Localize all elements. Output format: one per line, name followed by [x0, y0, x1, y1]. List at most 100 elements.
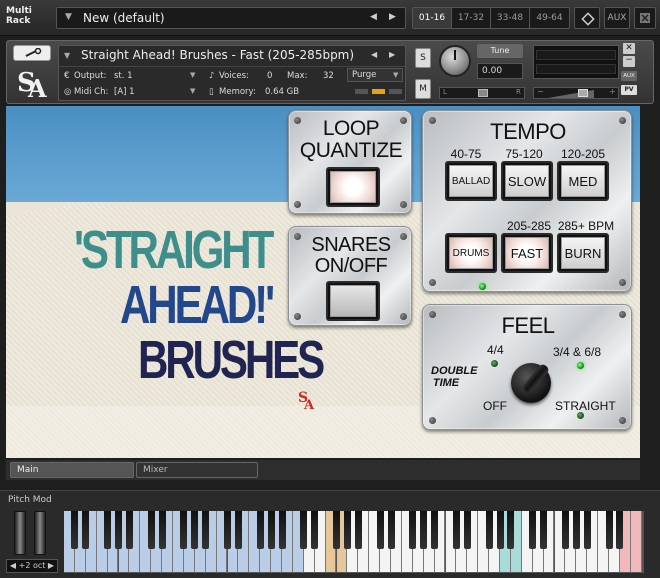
feel-selector-knob[interactable] — [511, 362, 551, 403]
piano-black-key[interactable] — [529, 511, 537, 549]
tune-label: Tune — [477, 44, 523, 58]
svg-text:A: A — [303, 398, 315, 410]
piano-black-key[interactable] — [147, 511, 155, 549]
instrument-name: Straight Ahead! Brushes - Fast (205-285b… — [81, 48, 355, 62]
tempo-title: TEMPO — [490, 119, 566, 144]
tempo-ballad-button[interactable]: BALLAD — [445, 161, 497, 201]
tab-mixer[interactable]: Mixer — [136, 462, 258, 478]
rack-page-tab[interactable]: 01-16 — [413, 8, 452, 28]
pan-slider[interactable]: L R — [439, 87, 525, 99]
piano-black-key[interactable] — [496, 511, 504, 549]
piano-black-key[interactable] — [115, 511, 122, 549]
piano-black-key[interactable] — [256, 511, 264, 549]
piano-black-key[interactable] — [267, 511, 275, 549]
tempo-drums-button[interactable]: DRUMS — [445, 233, 497, 273]
pitch-wheel[interactable] — [14, 511, 26, 555]
tempo-range-label: 75-120 — [505, 147, 543, 161]
volume-handle[interactable] — [578, 89, 588, 97]
piano-black-key[interactable] — [333, 511, 340, 549]
max-voices-value[interactable]: 32 — [323, 71, 334, 81]
piano-black-key[interactable] — [82, 511, 90, 549]
midi-dropdown-icon: ▼ — [190, 87, 196, 95]
piano-black-key[interactable] — [158, 511, 166, 549]
piano-black-key[interactable] — [278, 511, 286, 549]
instrument-minimize-button[interactable]: − — [623, 56, 635, 67]
memory-label: Memory: — [219, 87, 256, 97]
pv-button[interactable]: PV — [621, 85, 637, 95]
tempo-slow-button[interactable]: SLOW — [501, 161, 553, 201]
prev-instrument-icon[interactable]: ◀ — [371, 50, 377, 59]
midi-channel-select[interactable]: [A] 1 ▼ — [114, 85, 200, 98]
preset-selector[interactable]: ▼ New (default) ◀ ▶ — [56, 7, 406, 29]
rack-close-button[interactable] — [634, 7, 656, 29]
volume-slider[interactable]: − + — [533, 87, 619, 99]
piano-black-key[interactable] — [234, 511, 242, 549]
tune-knob[interactable] — [439, 45, 471, 77]
rack-page-tab[interactable]: 17-32 — [452, 8, 491, 28]
svg-text:A: A — [27, 74, 47, 99]
piano-black-key[interactable] — [420, 511, 428, 549]
wrench-button[interactable] — [13, 45, 51, 61]
screw-icon — [400, 201, 407, 208]
tempo-burn-button[interactable]: BURN — [557, 233, 609, 273]
rack-page-tab[interactable]: 49-64 — [530, 8, 569, 28]
pan-handle[interactable] — [478, 89, 488, 97]
aux-button[interactable]: AUX — [604, 7, 630, 29]
piano-black-key[interactable] — [180, 511, 188, 549]
output-select[interactable]: st. 1 ▼ — [114, 69, 200, 82]
solo-button[interactable]: S — [415, 48, 431, 68]
tab-main[interactable]: Main — [10, 462, 134, 478]
piano-black-key[interactable] — [71, 511, 79, 549]
midi-icon: ◎ — [64, 87, 72, 97]
instrument-dropdown-icon[interactable]: ▼ — [64, 51, 70, 60]
preset-dropdown-icon[interactable]: ▼ — [65, 12, 72, 22]
octave-selector[interactable]: ◀ +2 oct ▶ — [6, 559, 58, 573]
purge-menu[interactable]: Purge ▼ — [347, 68, 403, 82]
instrument-aux-button[interactable]: AUX — [621, 71, 637, 81]
tempo-range-label: 205-285 — [506, 219, 552, 233]
piano-black-key[interactable] — [616, 511, 624, 549]
piano-black-key[interactable] — [431, 511, 439, 549]
piano-black-key[interactable] — [561, 511, 569, 549]
double-time-label: DOUBLE TIME — [431, 365, 478, 389]
piano-black-key[interactable] — [452, 511, 460, 549]
piano-black-key[interactable] — [202, 511, 210, 549]
rack-page-tab[interactable]: 33-48 — [491, 8, 530, 28]
next-instrument-icon[interactable]: ▶ — [389, 50, 395, 59]
piano-black-key[interactable] — [540, 511, 548, 549]
piano-black-key[interactable] — [300, 511, 308, 549]
piano-black-key[interactable] — [343, 511, 351, 549]
tune-value[interactable]: 0.00 — [477, 63, 523, 79]
snares-toggle-button[interactable] — [326, 281, 380, 321]
loop-quantize-title: LOOP QUANTIZE — [299, 117, 403, 162]
piano-black-key[interactable] — [507, 511, 515, 549]
piano-black-key[interactable] — [387, 511, 395, 549]
tempo-med-button[interactable]: MED — [557, 161, 609, 201]
piano-black-key[interactable] — [125, 511, 133, 549]
piano-black-key[interactable] — [191, 511, 199, 549]
tempo-fast-button[interactable]: FAST — [501, 233, 553, 273]
piano-black-key[interactable] — [224, 511, 231, 549]
prev-preset-icon[interactable]: ◀ — [370, 12, 377, 22]
piano-black-key[interactable] — [104, 511, 112, 549]
mod-wheel[interactable] — [34, 511, 46, 555]
loop-quantize-button[interactable] — [326, 167, 380, 207]
piano-white-key[interactable] — [630, 511, 642, 573]
piano-black-key[interactable] — [583, 511, 591, 549]
midi-channel-value: [A] 1 — [114, 87, 135, 97]
octave-down-icon[interactable]: ◀ — [10, 561, 16, 570]
next-preset-icon[interactable]: ▶ — [389, 12, 396, 22]
instrument-close-button[interactable]: ✕ — [623, 43, 635, 54]
piano-black-key[interactable] — [376, 511, 384, 549]
snares-title: SNARES ON/OFF — [311, 234, 391, 277]
piano-black-key[interactable] — [311, 511, 319, 549]
piano-black-key[interactable] — [485, 511, 493, 549]
piano-black-key[interactable] — [409, 511, 417, 549]
octave-up-icon[interactable]: ▶ — [48, 561, 54, 570]
piano-black-key[interactable] — [605, 511, 613, 549]
piano-black-key[interactable] — [354, 511, 362, 549]
piano-black-key[interactable] — [463, 511, 471, 549]
piano-black-key[interactable] — [572, 511, 580, 549]
mute-button[interactable]: M — [415, 79, 431, 99]
rack-edit-button[interactable] — [574, 7, 600, 29]
